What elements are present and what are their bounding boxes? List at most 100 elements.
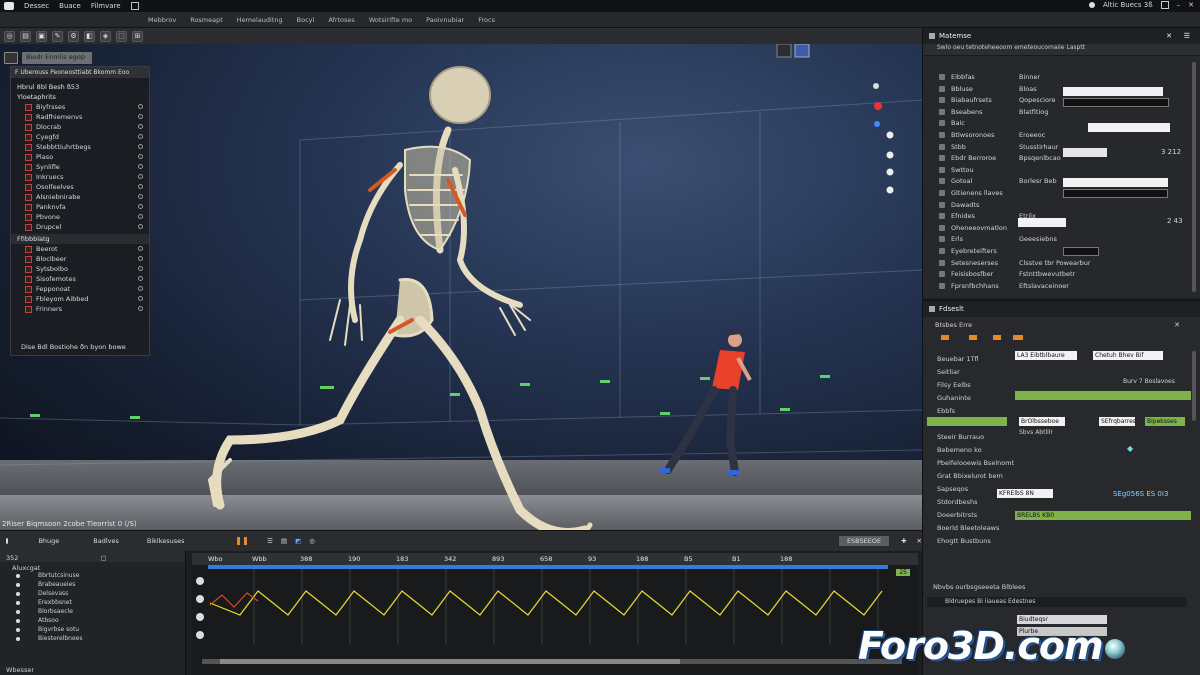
outliner-item[interactable]: Inkruecs bbox=[11, 172, 149, 182]
outliner-item[interactable]: Biyfrsses bbox=[11, 102, 149, 112]
attribute-row[interactable]: Doeerbitrsts bbox=[937, 511, 977, 519]
visibility-icon[interactable] bbox=[138, 144, 143, 149]
tool-icon-6[interactable]: ◧ bbox=[84, 30, 95, 42]
minimize-icon[interactable]: – bbox=[1177, 1, 1181, 9]
visibility-icon[interactable] bbox=[138, 256, 143, 261]
property-row[interactable]: Fprsnfbchhans Eftslavaceinoer bbox=[923, 281, 1200, 293]
outliner-item[interactable]: Drupcel bbox=[11, 222, 149, 232]
attr-field-white[interactable]: BrOlbsseboe bbox=[1019, 417, 1065, 426]
attr-field-right[interactable]: Bipeksses bbox=[1145, 417, 1185, 426]
toolbar-item-3[interactable]: Hemelauditng bbox=[237, 16, 283, 24]
dopesheet-tool-icon-1[interactable]: ☰ bbox=[267, 537, 273, 545]
property-row[interactable]: Feisisbosfber Fstnttbwevutbetr bbox=[923, 269, 1200, 281]
outliner-item[interactable]: Bloclbeer bbox=[11, 254, 149, 264]
tool-icon-1[interactable]: ◎ bbox=[4, 30, 15, 42]
outliner-item[interactable]: Dlocrab bbox=[11, 122, 149, 132]
dopesheet-key-icon-2[interactable] bbox=[243, 537, 248, 545]
outliner-item[interactable]: Synlifle bbox=[11, 162, 149, 172]
menu-item-1[interactable]: Dessec bbox=[24, 2, 49, 10]
attr-field-1[interactable]: LA3 Eibtblbaure bbox=[1015, 351, 1077, 360]
attribute-row[interactable]: Ehogtt Bustbuns bbox=[937, 537, 991, 545]
visibility-icon[interactable] bbox=[138, 194, 143, 199]
property-row[interactable]: Stbb Stusstirhaur bbox=[923, 142, 1200, 154]
attribute-row[interactable]: Boerld Bleetoleaws bbox=[937, 524, 999, 532]
attr-green-bar[interactable] bbox=[1015, 391, 1191, 400]
dopesheet-key-icon-1[interactable] bbox=[236, 537, 240, 545]
toolbar-item-5[interactable]: Afrtoses bbox=[328, 16, 354, 24]
property-row[interactable]: Ebdr Berroroe Bpsqenlbcao bbox=[923, 153, 1200, 165]
menu-item-2[interactable]: Buace bbox=[59, 2, 81, 10]
outliner-item[interactable]: Frinners bbox=[11, 304, 149, 314]
outliner-item[interactable]: Fepponoat bbox=[11, 284, 149, 294]
attribute-row[interactable]: Bebemeno ko bbox=[937, 446, 982, 454]
prop-field-3[interactable] bbox=[1088, 123, 1170, 132]
property-row[interactable]: Bseabens Blatfitiog bbox=[923, 107, 1200, 119]
dopesheet-menu-2[interactable]: Badlves bbox=[93, 537, 119, 545]
channel-row[interactable]: Bigvrbse sotu bbox=[0, 626, 185, 635]
window-icon[interactable] bbox=[1160, 1, 1169, 9]
channel-field[interactable]: ▢ bbox=[101, 554, 107, 562]
attributes-close-icon[interactable]: ✕ bbox=[1174, 321, 1180, 329]
visibility-icon[interactable] bbox=[138, 246, 143, 251]
prop-field-4[interactable] bbox=[1063, 178, 1168, 187]
menu-icon[interactable] bbox=[130, 2, 139, 10]
attribute-row[interactable]: Seitliar bbox=[937, 368, 960, 376]
outliner-item[interactable]: Panknvfa bbox=[11, 202, 149, 212]
outliner-item[interactable]: Plaso bbox=[11, 152, 149, 162]
tool-icon-7[interactable]: ◈ bbox=[100, 30, 111, 42]
tool-icon-4[interactable]: ✎ bbox=[52, 30, 63, 42]
property-row[interactable]: Setesneserses Clsstve tbr Powearbur bbox=[923, 258, 1200, 270]
outliner-item[interactable]: Cyegfd bbox=[11, 132, 149, 142]
visibility-icon[interactable] bbox=[138, 114, 143, 119]
visibility-icon[interactable] bbox=[138, 104, 143, 109]
toolbar-item-4[interactable]: Bocyl bbox=[297, 16, 315, 24]
property-row[interactable]: Dawadts bbox=[923, 200, 1200, 212]
view-menu-icon[interactable] bbox=[4, 52, 18, 64]
panel-close-icon[interactable]: ✕ bbox=[1166, 32, 1172, 40]
attr-green-text[interactable]: BRELBS KB0 bbox=[1015, 511, 1191, 520]
channel-row[interactable]: Delsevass bbox=[0, 590, 185, 599]
attribute-row[interactable]: Grat Bbixelurot bem bbox=[937, 472, 1003, 480]
prop-field-8[interactable] bbox=[1063, 148, 1107, 157]
menu-item-3[interactable]: Filmvare bbox=[91, 2, 121, 10]
visibility-icon[interactable] bbox=[138, 296, 143, 301]
frame-ruler[interactable]: Wbo Wbb 388 190 183 342 893 658 93 188 B5 B1 188 bbox=[192, 553, 918, 565]
outliner-item[interactable]: Pbvone bbox=[11, 212, 149, 222]
prop-field-2[interactable] bbox=[1063, 98, 1169, 107]
property-row[interactable]: Erls Geeesiebns bbox=[923, 234, 1200, 246]
attr-field-long[interactable]: KFRElbS 8N bbox=[997, 489, 1053, 498]
attribute-row[interactable]: Filsy Eelbs bbox=[937, 381, 971, 389]
outliner-item[interactable]: Radfhiemenvs bbox=[11, 112, 149, 122]
attribute-row[interactable]: Beuebar 1Tfl bbox=[937, 355, 979, 363]
visibility-icon[interactable] bbox=[138, 204, 143, 209]
visibility-icon[interactable] bbox=[138, 174, 143, 179]
keyframe-graph[interactable]: Wbo Wbb 388 190 183 342 893 658 93 188 B5 B1 188 2… bbox=[192, 553, 918, 675]
attribute-row[interactable]: Guhaninte bbox=[937, 394, 971, 402]
dopesheet-menu-3[interactable]: Biklkesuses bbox=[147, 537, 185, 545]
tool-icon-3[interactable]: ▣ bbox=[36, 30, 47, 42]
dopesheet-menu-1[interactable]: Bhuge bbox=[38, 537, 59, 545]
outliner-item[interactable]: Beerot bbox=[11, 244, 149, 254]
tool-icon-5[interactable]: ⚙ bbox=[68, 30, 79, 42]
outliner-group-title[interactable]: Hbrul 8bl Besh ß53 bbox=[11, 82, 149, 92]
visibility-icon[interactable] bbox=[138, 154, 143, 159]
visibility-icon[interactable] bbox=[138, 124, 143, 129]
outliner-group2-title[interactable]: Ffibbblatg bbox=[11, 234, 149, 244]
close-icon[interactable]: ✕ bbox=[1188, 1, 1194, 9]
graph-canvas[interactable] bbox=[192, 565, 918, 675]
attr-field-mid[interactable]: SEfrqbarres bbox=[1099, 417, 1136, 426]
attr-selected-row[interactable] bbox=[927, 417, 1007, 426]
attr-bottom-field[interactable]: Biudteqsr bbox=[1017, 615, 1107, 624]
outliner-item[interactable]: Osolfeelves bbox=[11, 182, 149, 192]
dopesheet-tool-field[interactable]: ESBSEEOE bbox=[838, 536, 890, 546]
channel-row[interactable]: Brabeaueies bbox=[0, 581, 185, 590]
channel-row[interactable]: Erexbbsnet bbox=[0, 599, 185, 608]
attribute-row[interactable]: Steeir Burrauo bbox=[937, 433, 984, 441]
dopesheet-tool-icon-2[interactable]: ▤ bbox=[281, 537, 287, 545]
attribute-row[interactable]: Stdordbeshs bbox=[937, 498, 977, 506]
visibility-icon[interactable] bbox=[138, 214, 143, 219]
channel-row[interactable]: Bbrtutcsinuse bbox=[0, 572, 185, 581]
visibility-icon[interactable] bbox=[138, 266, 143, 271]
toolbar-item-2[interactable]: Rosmeapt bbox=[190, 16, 223, 24]
property-row[interactable]: Eyebreteifters bbox=[923, 246, 1200, 258]
